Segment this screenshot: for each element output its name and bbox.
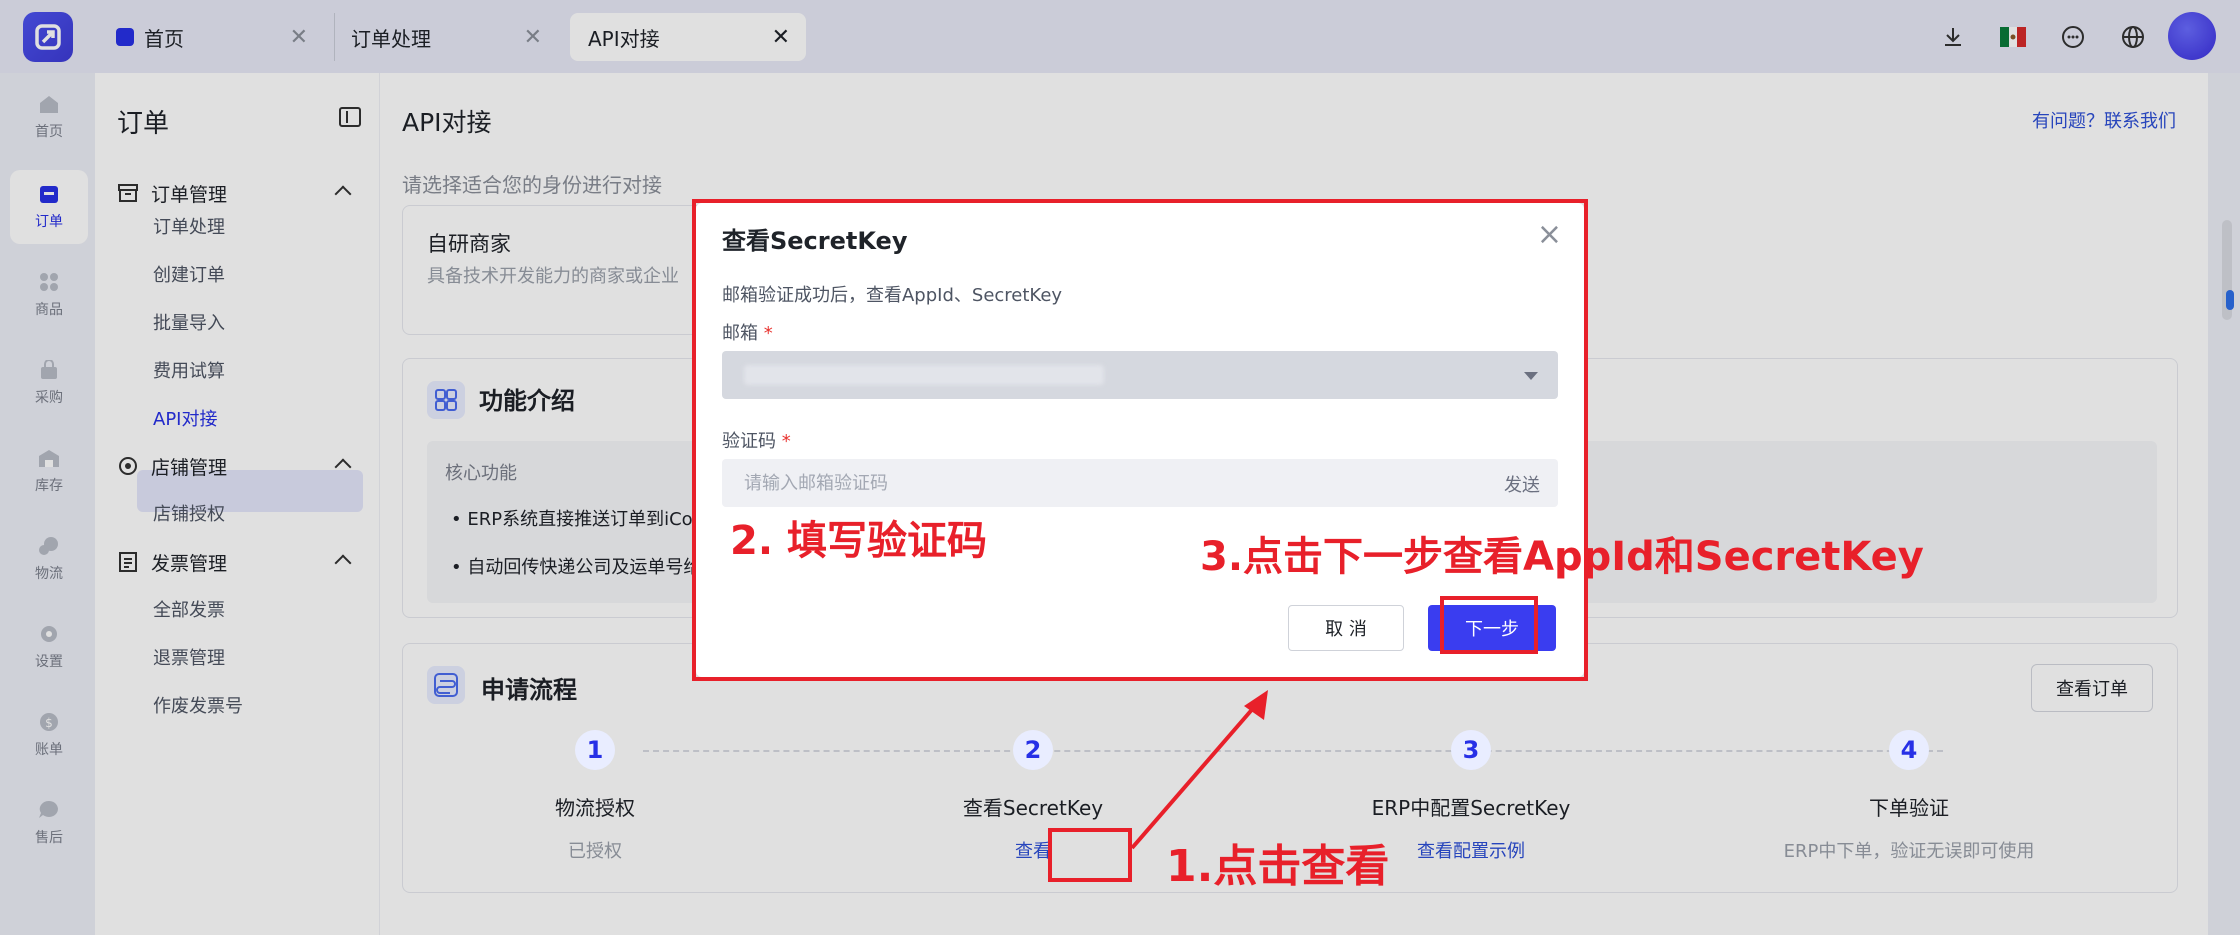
step-number: 2 [1013,730,1053,770]
step-number: 3 [1451,730,1491,770]
annotation-arrow [1130,690,1268,850]
annotation-step2: 2. 填写验证码 [730,518,987,564]
step-number: 1 [575,730,615,770]
annotation-step3: 3.点击下一步查看AppId和SecretKey [1200,534,1924,580]
annotation-box-next [1440,596,1538,654]
step-number: 4 [1889,730,1929,770]
